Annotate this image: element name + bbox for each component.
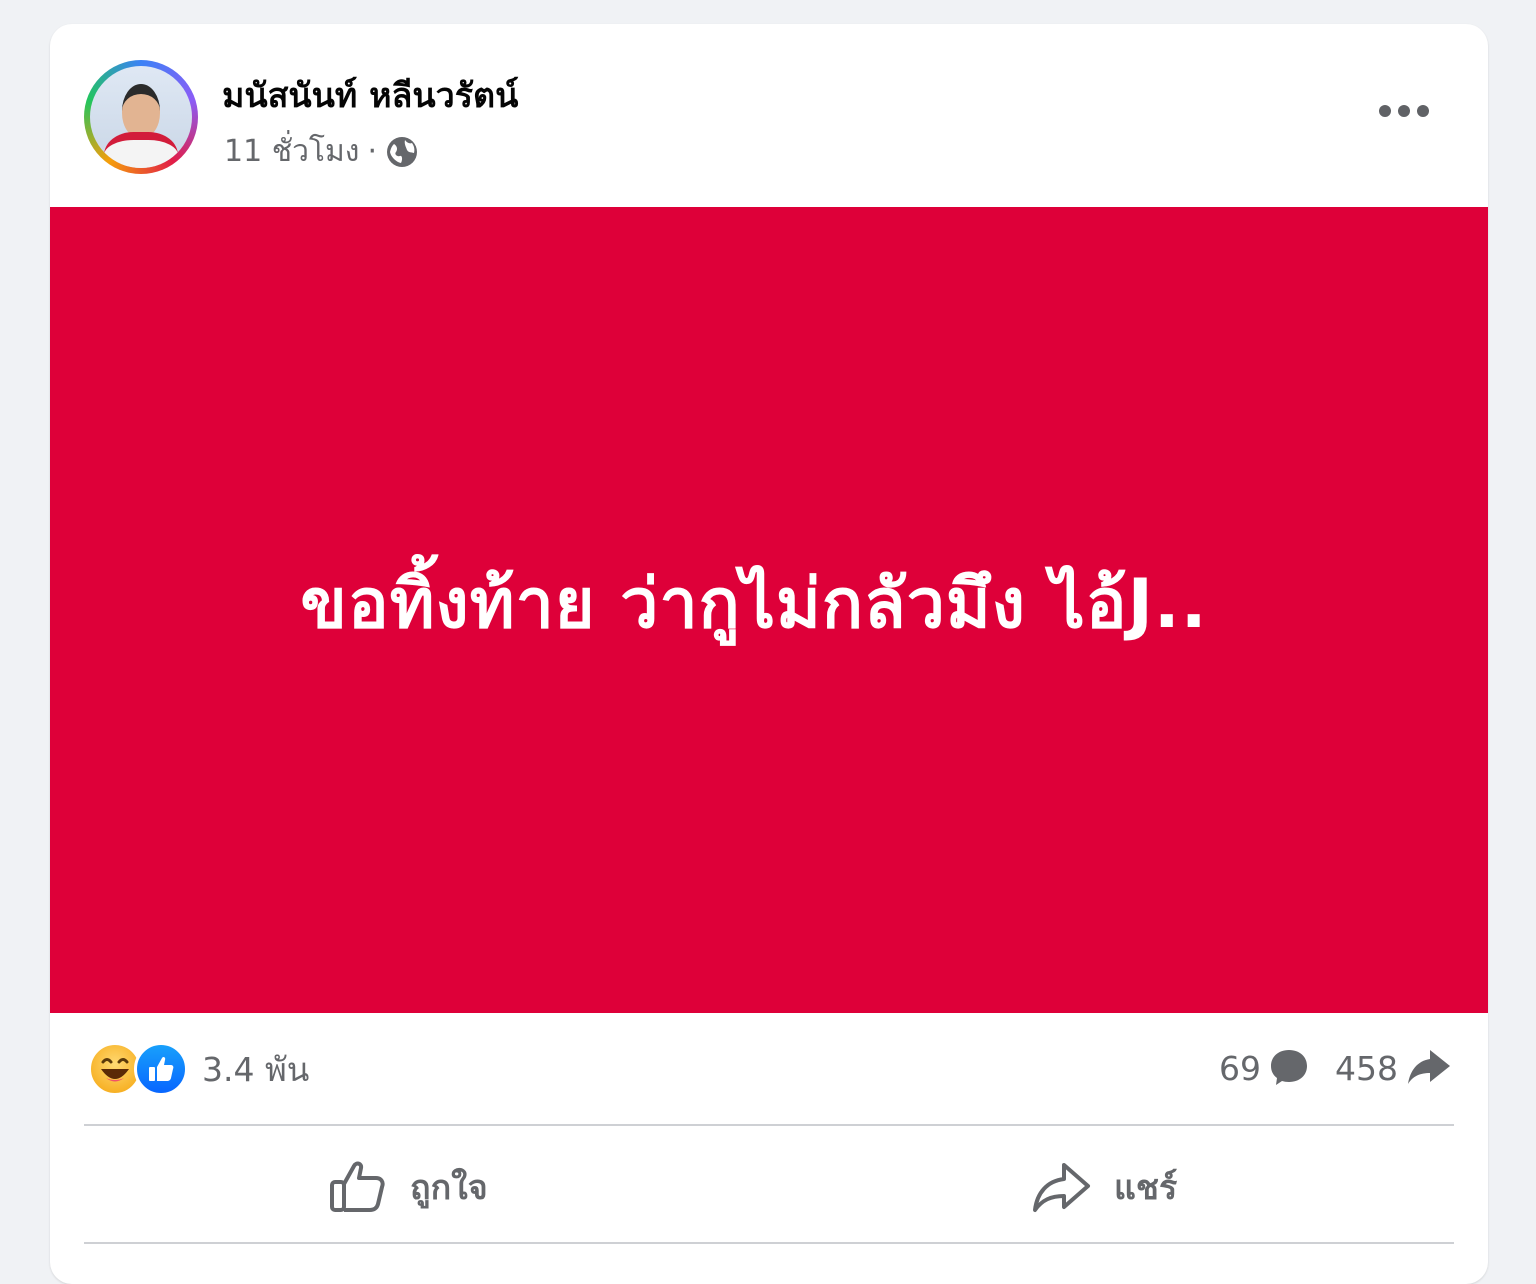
more-options-button[interactable] [1368, 86, 1440, 136]
reaction-summary[interactable]: 3.4 พัน [88, 1042, 309, 1096]
share-count: 458 [1335, 1048, 1398, 1088]
share-arrow-icon [1408, 1050, 1450, 1084]
actions-divider [84, 1242, 1454, 1244]
like-button[interactable]: ถูกใจ [328, 1152, 488, 1222]
share-button[interactable]: แชร์ [1030, 1152, 1177, 1222]
comment-stat[interactable]: 69 [1219, 1046, 1311, 1090]
share-icon [1033, 1163, 1090, 1212]
more-icon [1379, 105, 1429, 117]
post-meta: 11 ชั่วโมง · [224, 128, 419, 175]
post-card: มนัสนันท์ หลีนวรัตน์ 11 ชั่วโมง · ขอทิ้ง… [50, 24, 1488, 1284]
share-button-label: แชร์ [1114, 1168, 1178, 1208]
share-stat[interactable]: 458 [1335, 1046, 1454, 1090]
like-button-label: ถูกใจ [410, 1168, 488, 1208]
post-image[interactable]: ขอทิ้งท้าย ว่ากูไม่กลัวมึง ไอ้J.. [50, 207, 1488, 1013]
stats-divider [84, 1124, 1454, 1126]
engagement-stats: 69 458 [1219, 1046, 1454, 1090]
thumbs-up-icon [330, 1161, 385, 1212]
comment-icon [1271, 1050, 1307, 1085]
globe-icon[interactable] [385, 135, 419, 169]
author-avatar[interactable] [84, 60, 198, 174]
meta-separator: · [367, 134, 378, 169]
author-name[interactable]: มนัสนันท์ หลีนวรัตน์ [222, 68, 518, 122]
post-timestamp[interactable]: 11 ชั่วโมง [224, 128, 359, 175]
like-icon [134, 1042, 188, 1096]
avatar-photo [90, 66, 192, 168]
reaction-count: 3.4 พัน [202, 1049, 310, 1089]
comment-count: 69 [1219, 1048, 1261, 1088]
post-image-text: ขอทิ้งท้าย ว่ากูไม่กลัวมึง ไอ้J.. [300, 565, 1208, 644]
